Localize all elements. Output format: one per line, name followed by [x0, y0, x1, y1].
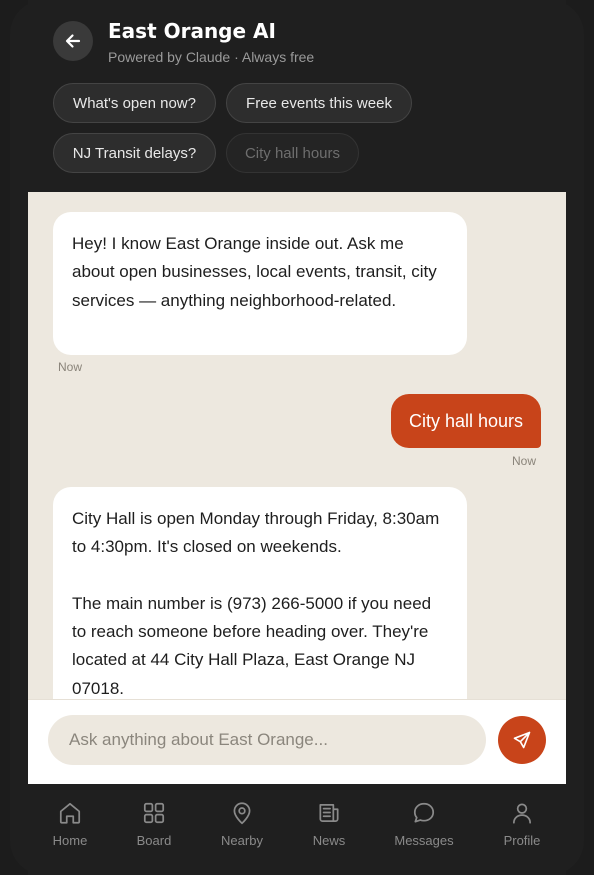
- suggestion-chip-free-events[interactable]: Free events this week: [226, 83, 412, 123]
- suggestion-chip-nj-transit[interactable]: NJ Transit delays?: [53, 133, 216, 173]
- user-message-text: City hall hours: [408, 410, 523, 431]
- send-button[interactable]: [498, 716, 546, 764]
- suggestion-chip-city-hall[interactable]: City hall hours: [226, 133, 359, 173]
- user-message: City hall hours: [390, 394, 541, 448]
- bot-message: Hey! I know East Orange inside out. Ask …: [53, 212, 467, 355]
- home-icon: [59, 802, 81, 824]
- arrow-left-icon: [65, 34, 81, 48]
- bottom-nav: Home Board Nearby News Messages Profile: [28, 784, 566, 875]
- back-button[interactable]: [53, 21, 93, 61]
- message-input[interactable]: [48, 715, 486, 765]
- nav-label: Home: [52, 833, 88, 848]
- nav-item-board[interactable]: Board: [114, 800, 194, 848]
- chat-header: East Orange AI Powered by Claude · Alway…: [28, 0, 566, 192]
- grid-icon: [143, 802, 165, 824]
- send-icon: [513, 731, 531, 749]
- page-subtitle: Powered by Claude · Always free: [108, 49, 315, 65]
- nav-label: Messages: [394, 833, 454, 848]
- nav-item-news[interactable]: News: [289, 800, 369, 848]
- bot-message-text: Hey! I know East Orange inside out. Ask …: [72, 234, 437, 310]
- message-timestamp: Now: [511, 454, 536, 468]
- bot-message-paragraph: City Hall is open Monday through Friday,…: [72, 509, 440, 557]
- page-title: East Orange AI: [108, 19, 276, 43]
- nav-label: Board: [136, 833, 172, 848]
- bot-message-paragraph: The main number is (973) 266-5000 if you…: [72, 593, 432, 698]
- message-timestamp: Now: [58, 360, 83, 374]
- suggestion-chip-whats-open[interactable]: What's open now?: [53, 83, 216, 123]
- nav-item-profile[interactable]: Profile: [482, 800, 562, 848]
- nav-item-nearby[interactable]: Nearby: [202, 800, 282, 848]
- nav-label: Profile: [503, 833, 541, 848]
- chat-bubble-icon: [413, 802, 435, 823]
- nav-item-home[interactable]: Home: [30, 800, 110, 848]
- nav-item-messages[interactable]: Messages: [384, 800, 464, 848]
- nav-label: News: [312, 833, 346, 848]
- map-pin-icon: [233, 802, 251, 825]
- app-screen: East Orange AI Powered by Claude · Alway…: [0, 0, 594, 875]
- user-icon: [513, 803, 531, 824]
- nav-label: Nearby: [221, 833, 263, 848]
- composer: [28, 699, 566, 784]
- newspaper-icon: [319, 804, 339, 822]
- chat-thread[interactable]: Hey! I know East Orange inside out. Ask …: [28, 192, 566, 699]
- bot-message: City Hall is open Monday through Friday,…: [53, 487, 467, 699]
